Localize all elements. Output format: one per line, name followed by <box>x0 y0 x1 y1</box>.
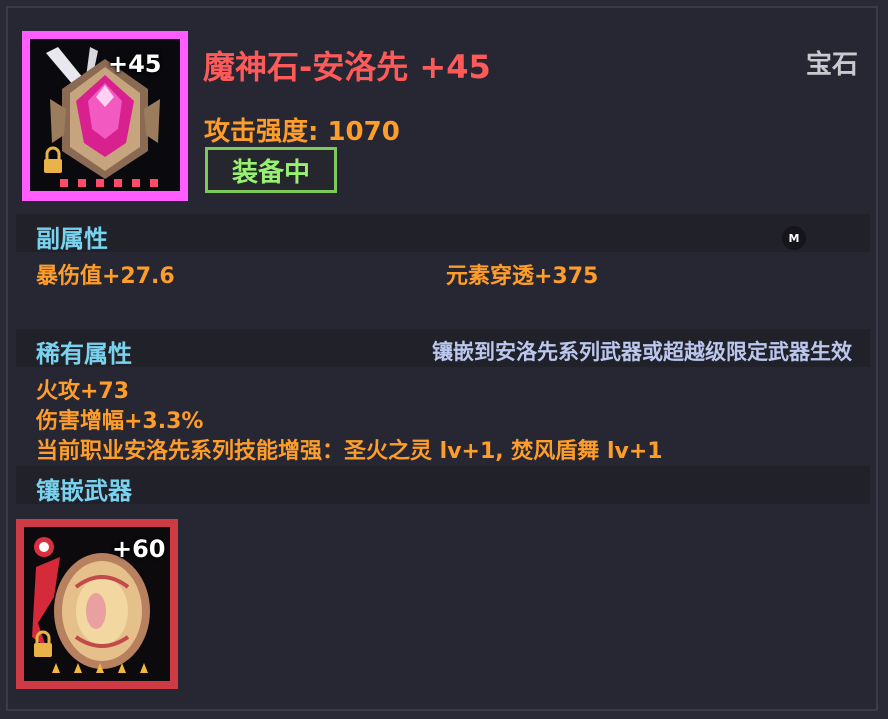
rare-attributes-note: 镶嵌到安洛先系列武器或超越级限定武器生效 <box>432 340 852 364</box>
item-icon-frame[interactable] <box>22 31 188 201</box>
item-category: 宝石 <box>806 50 859 80</box>
rare-stat-skill-boost: 当前职业安洛先系列技能增强：圣火之灵 lv+1, 焚风盾舞 lv+1 <box>36 439 663 464</box>
sub-stat-crit-damage: 暴伤值+27.6 <box>36 264 175 289</box>
m-marker-icon: M <box>782 226 806 250</box>
inlay-weapon-level-badge: +60 <box>112 535 166 563</box>
inlay-weapon-header: 镶嵌武器 <box>16 466 870 505</box>
inlay-weapon-title: 镶嵌武器 <box>36 477 132 505</box>
sub-attributes-header: 副属性 <box>16 214 870 253</box>
item-title: 魔神石-安洛先 +45 <box>203 48 491 86</box>
rare-stat-fire-attack: 火攻+73 <box>36 379 130 404</box>
attack-power: 攻击强度: 1070 <box>204 117 400 147</box>
rare-attributes-title: 稀有属性 <box>36 340 132 368</box>
sub-attributes-title: 副属性 <box>36 225 108 253</box>
equipped-badge: 装备中 <box>205 147 337 193</box>
rare-attributes-header: 稀有属性 镶嵌到安洛先系列武器或超越级限定武器生效 <box>16 329 870 368</box>
item-level-badge: +45 <box>108 50 162 78</box>
sub-stat-element-penetration: 元素穿透+375 <box>446 264 599 289</box>
rare-stat-damage-amp: 伤害增幅+3.3% <box>36 409 204 434</box>
